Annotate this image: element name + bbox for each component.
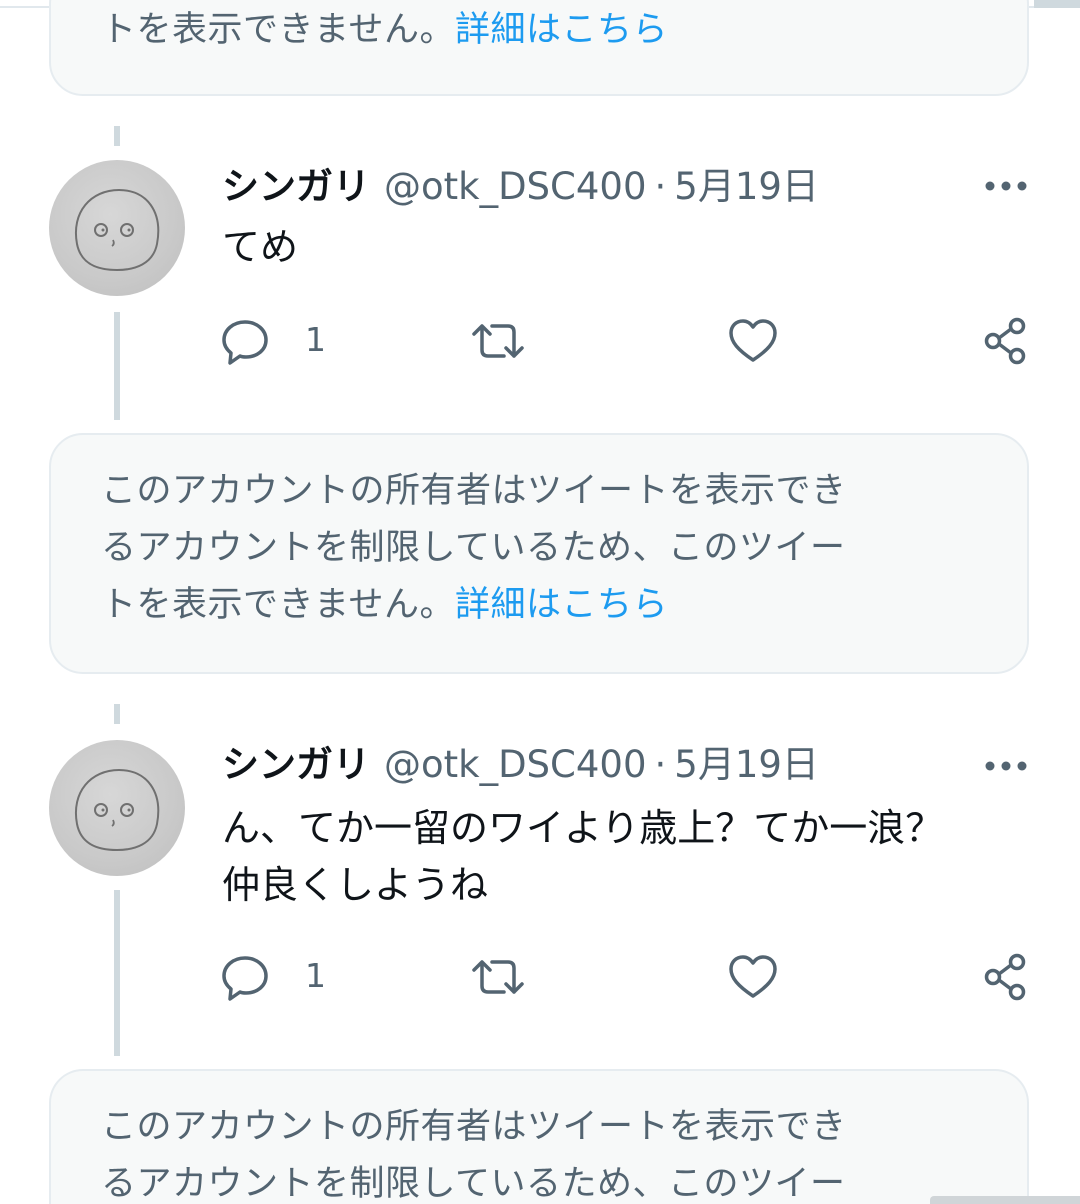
separator: · xyxy=(654,165,667,208)
notice-text: トを表示できません。 xyxy=(101,10,455,50)
notice-text: トを表示できません。 xyxy=(101,585,455,625)
retweet-icon[interactable] xyxy=(470,316,526,366)
thread-line xyxy=(114,704,120,724)
more-icon[interactable] xyxy=(984,756,1028,776)
retweet-icon[interactable] xyxy=(470,952,526,1002)
avatar[interactable] xyxy=(49,740,185,876)
notice-text: このアカウントの所有者はツイートを表示でき xyxy=(101,471,847,511)
scroll-indicator xyxy=(1034,0,1080,8)
user-handle[interactable]: @otk_DSC400 xyxy=(384,743,647,786)
thread-line xyxy=(114,312,120,420)
separator: · xyxy=(654,743,667,786)
reply-icon[interactable] xyxy=(220,316,270,366)
learn-more-link[interactable]: 詳細はこちら xyxy=(455,585,668,625)
notice-text: るアカウントを制限しているため、このツイー xyxy=(101,1164,846,1204)
avatar[interactable] xyxy=(49,160,185,296)
learn-more-link[interactable]: 詳細はこちら xyxy=(455,10,668,50)
share-icon[interactable] xyxy=(983,952,1029,1002)
heart-icon[interactable] xyxy=(728,316,778,366)
notice-text: るアカウントを制限しているため、このツイー xyxy=(101,528,846,568)
notice-text: このアカウントの所有者はツイートを表示でき xyxy=(101,1107,847,1147)
tweet-text: ん、てか一留のワイより歳上？てか一浪？ 仲良くしようね xyxy=(222,800,943,914)
tweet-date[interactable]: 5月19日 xyxy=(674,165,819,208)
tweet-text-line: 仲良くしようね xyxy=(222,863,489,907)
restricted-tweet-notice: このアカウントの所有者はツイートを表示でき るアカウントを制限しているため、この… xyxy=(49,1069,1029,1204)
restricted-tweet-notice: トを表示できません。詳細はこちら xyxy=(49,0,1029,96)
user-handle[interactable]: @otk_DSC400 xyxy=(384,165,647,208)
restricted-tweet-notice: このアカウントの所有者はツイートを表示でき るアカウントを制限しているため、この… xyxy=(49,433,1029,674)
avatar-face-icon xyxy=(74,768,160,852)
tweet-text-line: ん、てか一留のワイより歳上？てか一浪？ xyxy=(222,806,944,850)
reply-count: 1 xyxy=(305,956,326,995)
scrollbar[interactable] xyxy=(930,1196,1080,1204)
heart-icon[interactable] xyxy=(728,952,778,1002)
display-name[interactable]: シンガリ xyxy=(222,165,370,208)
thread-line xyxy=(114,890,120,1056)
reply-count: 1 xyxy=(305,320,326,359)
display-name[interactable]: シンガリ xyxy=(222,743,370,786)
tweet-date[interactable]: 5月19日 xyxy=(674,743,819,786)
thread-line xyxy=(114,126,120,146)
tweet-text: てめ xyxy=(222,219,298,276)
tweet-text-line: てめ xyxy=(222,225,299,269)
avatar-face-icon xyxy=(74,188,160,272)
tweet-header: シンガリ @otk_DSC400 · 5月19日 xyxy=(222,740,819,790)
more-icon[interactable] xyxy=(984,176,1028,196)
reply-icon[interactable] xyxy=(220,952,270,1002)
tweet-header: シンガリ @otk_DSC400 · 5月19日 xyxy=(222,162,819,212)
share-icon[interactable] xyxy=(983,316,1029,366)
